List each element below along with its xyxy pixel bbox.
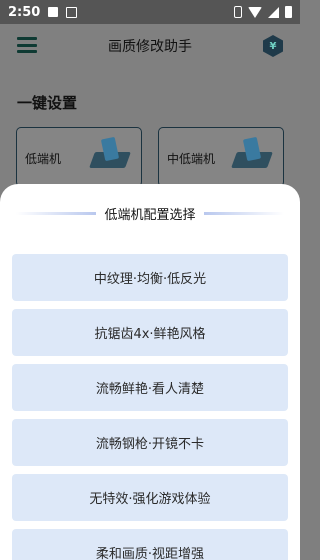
cell-signal-icon (268, 6, 279, 18)
divider (16, 211, 97, 215)
section-title: 一键设置 (17, 94, 78, 112)
card-label: 中低端机 (167, 152, 216, 166)
option-button[interactable]: 中纹理·均衡·低反光 (12, 254, 288, 301)
image-icon (48, 7, 59, 17)
text-notification-icon (66, 6, 78, 18)
page-title: 画质修改助手 (108, 39, 192, 55)
phone-stand-icon (231, 136, 273, 172)
option-button[interactable]: 流畅鲜艳·看人清楚 (12, 364, 288, 411)
option-button[interactable]: 无特效·强化游戏体验 (12, 474, 288, 521)
app-header: 画质修改助手 ¥ (0, 24, 300, 68)
sheet-title: 低端机配置选择 (104, 207, 196, 223)
battery-icon (285, 6, 292, 18)
preset-card-low-end[interactable]: 低端机 (16, 127, 142, 187)
bottom-sheet: 低端机配置选择 中纹理·均衡·低反光 抗锯齿4x·鲜艳风格 流畅鲜艳·看人清楚 … (0, 184, 300, 560)
preset-card-mid-low-end[interactable]: 中低端机 (158, 127, 284, 187)
status-bar: 2:50 (0, 0, 300, 24)
sheet-header: 低端机配置选择 (0, 204, 300, 223)
card-label: 低端机 (25, 152, 62, 166)
divider (203, 211, 284, 215)
vibrate-icon (234, 6, 242, 18)
option-button[interactable]: 柔和画质·视距增强 (12, 529, 288, 560)
wifi-icon (248, 6, 262, 18)
status-time: 2:50 (8, 4, 41, 20)
phone-stand-icon (89, 136, 131, 172)
option-button[interactable]: 流畅钢枪·开镜不卡 (12, 419, 288, 466)
option-button[interactable]: 抗锯齿4x·鲜艳风格 (12, 309, 288, 356)
